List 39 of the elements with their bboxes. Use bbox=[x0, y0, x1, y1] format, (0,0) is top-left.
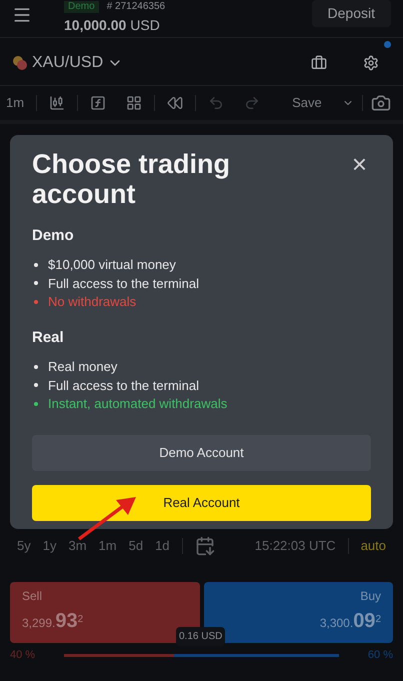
section-heading: Real bbox=[32, 328, 65, 348]
section-heading: Demo bbox=[32, 226, 75, 246]
feature-text: $10,000 virtual money bbox=[48, 256, 176, 274]
spread-label: 0.16 USD bbox=[176, 627, 226, 646]
account-badge: Demo bbox=[64, 1, 99, 13]
account-button[interactable]: Demo Account bbox=[32, 435, 371, 471]
function-icon[interactable] bbox=[90, 95, 106, 111]
deposit-button[interactable]: Deposit bbox=[312, 0, 391, 27]
close-button[interactable]: × bbox=[352, 151, 367, 177]
clock-text: 15:22:03 UTC bbox=[254, 537, 336, 556]
rewind-icon[interactable] bbox=[167, 95, 184, 111]
range-button[interactable]: 5d bbox=[128, 536, 144, 556]
account-number: # 271246356 bbox=[106, 1, 166, 13]
balance-amount: 10,000.00 bbox=[64, 16, 126, 35]
calendar-icon[interactable] bbox=[194, 536, 215, 556]
symbol-label[interactable]: XAU/USD bbox=[32, 50, 104, 74]
camera-icon[interactable] bbox=[370, 93, 391, 113]
range-button[interactable]: 1d bbox=[155, 536, 170, 556]
range-button[interactable]: 3m bbox=[68, 536, 87, 556]
range-button[interactable]: 1m bbox=[98, 536, 117, 556]
interval-button[interactable]: 1m bbox=[6, 93, 24, 113]
candles-icon[interactable] bbox=[49, 95, 66, 111]
layout-icon[interactable] bbox=[126, 95, 142, 111]
account-button[interactable]: Real Account bbox=[32, 485, 371, 521]
dialog-title: Choose trading account bbox=[32, 149, 232, 209]
auto-scale-button[interactable]: auto bbox=[360, 536, 386, 556]
range-button[interactable]: 1y bbox=[42, 536, 56, 556]
feature-text: No withdrawals bbox=[48, 293, 136, 311]
buy-share: 60 % bbox=[366, 648, 393, 663]
save-button[interactable]: Save bbox=[292, 93, 322, 113]
briefcase-icon[interactable] bbox=[311, 54, 327, 70]
feature-text: Full access to the terminal bbox=[48, 274, 200, 292]
feature-text: Instant, automated withdrawals bbox=[48, 395, 228, 413]
feature-text: Real money bbox=[48, 358, 118, 376]
sell-share: 40 % bbox=[10, 648, 36, 663]
feature-text: Full access to the terminal bbox=[48, 376, 200, 394]
balance-currency: USD bbox=[130, 16, 160, 35]
range-button[interactable]: 5y bbox=[17, 536, 31, 556]
settings-icon[interactable] bbox=[363, 54, 379, 70]
